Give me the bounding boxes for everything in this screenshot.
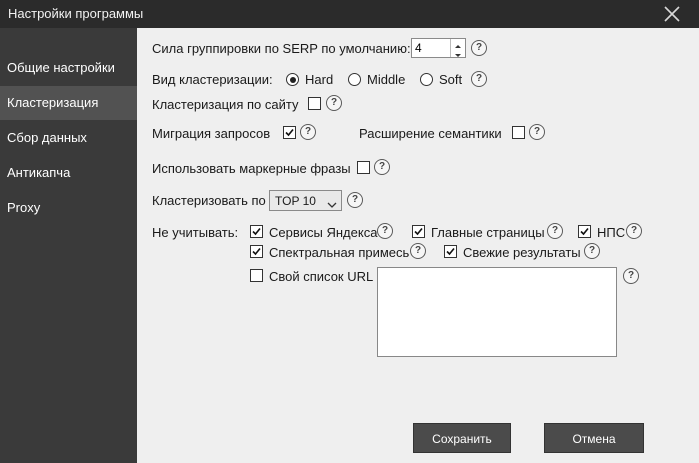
semantic-expansion-checkbox[interactable]: [512, 126, 525, 139]
cluster-by-select[interactable]: TOP 10: [269, 190, 342, 211]
semantic-expansion-label: Расширение семантики: [359, 126, 502, 141]
cluster-by-site-checkbox[interactable]: [308, 97, 321, 110]
help-icon[interactable]: ?: [547, 223, 563, 239]
help-icon[interactable]: ?: [410, 243, 426, 259]
ignore-label: Не учитывать:: [152, 225, 239, 240]
stepper-up-icon[interactable]: [451, 39, 465, 48]
cluster-by-label: Кластеризовать по: [152, 193, 266, 208]
radio-hard[interactable]: [286, 73, 299, 86]
radio-middle[interactable]: [348, 73, 361, 86]
own-url-list-textarea[interactable]: [377, 267, 617, 357]
help-icon[interactable]: ?: [471, 71, 487, 87]
help-icon[interactable]: ?: [326, 95, 342, 111]
sidebar-item-clustering[interactable]: Кластеризация: [0, 86, 137, 120]
radio-soft-label: Soft: [439, 72, 463, 87]
query-migration-label: Миграция запросов: [152, 126, 271, 141]
own-url-list-checkbox[interactable]: [250, 269, 263, 282]
radio-selected-dot: [289, 76, 296, 83]
sidebar-item-proxy[interactable]: Proxy: [0, 191, 137, 225]
own-url-list-label: Свой список URL: [269, 269, 374, 284]
cancel-button[interactable]: Отмена: [544, 423, 644, 453]
sidebar-item-data-collection[interactable]: Сбор данных: [0, 121, 137, 155]
settings-panel: Сила группировки по SERP по умолчанию: ?…: [137, 28, 699, 463]
serp-strength-input[interactable]: [412, 39, 453, 57]
marker-phrases-checkbox[interactable]: [357, 161, 370, 174]
stepper-down-icon[interactable]: [451, 48, 465, 57]
clustering-type-label: Вид кластеризации:: [152, 72, 273, 87]
chevron-down-icon: [327, 197, 337, 212]
yandex-services-checkbox[interactable]: [250, 225, 263, 238]
help-icon[interactable]: ?: [374, 159, 390, 175]
help-icon[interactable]: ?: [471, 40, 487, 56]
cluster-by-site-label: Кластеризация по сайту: [152, 97, 299, 112]
save-button[interactable]: Сохранить: [413, 423, 511, 453]
serp-strength-label: Сила группировки по SERP по умолчанию:: [152, 41, 411, 56]
main-pages-label: Главные страницы: [431, 225, 545, 240]
sidebar-item-anticaptcha[interactable]: Антикапча: [0, 156, 137, 190]
nps-checkbox[interactable]: [578, 225, 591, 238]
help-icon[interactable]: ?: [626, 223, 642, 239]
radio-middle-label: Middle: [367, 72, 406, 87]
sidebar: Общие настройки Кластеризация Сбор данны…: [0, 28, 137, 463]
window-title: Настройки программы: [8, 6, 144, 21]
yandex-services-label: Сервисы Яндекса: [269, 225, 378, 240]
main-pages-checkbox[interactable]: [412, 225, 425, 238]
help-icon[interactable]: ?: [347, 192, 363, 208]
help-icon[interactable]: ?: [529, 124, 545, 140]
fresh-results-label: Свежие результаты: [463, 245, 581, 260]
fresh-results-checkbox[interactable]: [444, 245, 457, 258]
help-icon[interactable]: ?: [584, 243, 600, 259]
serp-strength-stepper[interactable]: [411, 38, 466, 58]
sidebar-item-general[interactable]: Общие настройки: [0, 51, 137, 85]
marker-phrases-label: Использовать маркерные фразы: [152, 161, 351, 176]
help-icon[interactable]: ?: [300, 124, 316, 140]
help-icon[interactable]: ?: [623, 268, 639, 284]
spectral-admixture-checkbox[interactable]: [250, 245, 263, 258]
spectral-admixture-label: Спектральная примесь: [269, 245, 410, 260]
close-icon[interactable]: [663, 5, 681, 23]
help-icon[interactable]: ?: [377, 223, 393, 239]
query-migration-checkbox[interactable]: [283, 126, 296, 139]
radio-hard-label: Hard: [305, 72, 334, 87]
cluster-by-value: TOP 10: [275, 194, 316, 208]
radio-soft[interactable]: [420, 73, 433, 86]
nps-label: НПС: [597, 225, 626, 240]
title-bar: Настройки программы: [0, 0, 699, 28]
